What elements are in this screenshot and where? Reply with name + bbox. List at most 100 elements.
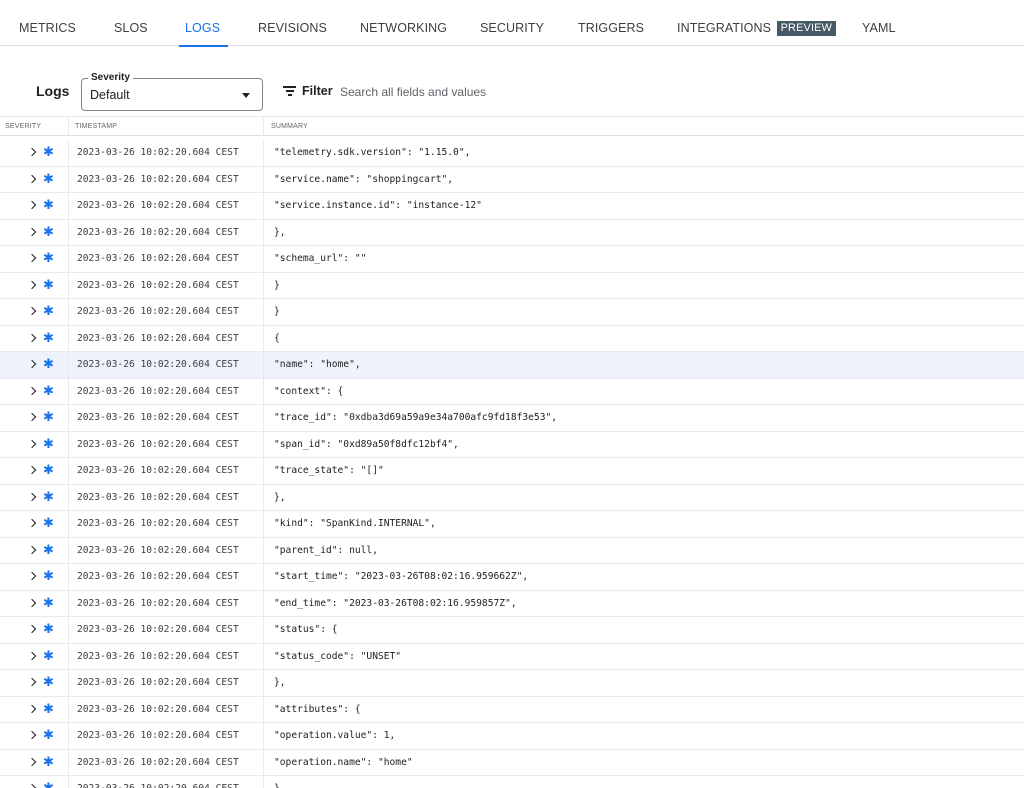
timestamp-cell: 2023-03-26 10:02:20.604 CEST bbox=[69, 219, 264, 245]
expand-chevron-icon[interactable] bbox=[27, 359, 37, 369]
timestamp-cell: 2023-03-26 10:02:20.604 CEST bbox=[69, 484, 264, 510]
severity-cell: ✱ bbox=[0, 696, 69, 722]
log-entry-row[interactable]: ✱ 2023-03-26 10:02:20.604 CEST { bbox=[0, 325, 1024, 352]
severity-select[interactable]: Severity Default bbox=[81, 72, 263, 111]
expand-chevron-icon[interactable] bbox=[27, 333, 37, 342]
severity-cell: ✱ bbox=[0, 299, 69, 325]
expand-chevron-icon[interactable] bbox=[27, 306, 37, 316]
log-entry-row[interactable]: ✱ 2023-03-26 10:02:20.604 CEST "span_id": … bbox=[0, 431, 1024, 458]
expand-chevron-icon[interactable] bbox=[27, 465, 37, 475]
default-severity-icon: ✱ bbox=[43, 382, 54, 398]
summary-cell: } bbox=[274, 306, 280, 317]
expand-chevron-icon[interactable] bbox=[27, 571, 37, 581]
summary-cell: "end_time": "2023-03-26T08:02:16.959857Z… bbox=[274, 597, 517, 609]
expand-chevron-icon[interactable] bbox=[27, 651, 37, 660]
log-entry-row[interactable]: ✱ 2023-03-26 10:02:20.604 CEST "parent_id"… bbox=[0, 537, 1024, 564]
summary-cell: "trace_state": "[]" bbox=[274, 465, 384, 476]
log-entries-list: ✱ 2023-03-26 10:02:20.604 CEST "telemetry.… bbox=[0, 140, 1024, 788]
log-entry-row[interactable]: ✱ 2023-03-26 10:02:20.604 CEST "status": { bbox=[0, 617, 1024, 644]
log-entry-row[interactable]: ✱ 2023-03-26 10:02:20.604 CEST "service.na… bbox=[0, 166, 1024, 193]
expand-chevron-icon[interactable] bbox=[27, 704, 37, 713]
summary-cell: "attributes": { bbox=[274, 703, 361, 715]
log-entry-row[interactable]: ✱ 2023-03-26 10:02:20.604 CEST "start_time… bbox=[0, 564, 1024, 591]
log-entry-row[interactable]: ✱ 2023-03-26 10:02:20.604 CEST "operation.… bbox=[0, 723, 1024, 750]
logs-toolbar: Logs Severity Default Filter bbox=[0, 70, 1024, 116]
severity-cell: ✱ bbox=[0, 246, 69, 272]
default-severity-icon: ✱ bbox=[43, 621, 54, 636]
expand-chevron-icon[interactable] bbox=[27, 757, 37, 766]
summary-cell: "service.name": "shoppingcart", bbox=[274, 173, 454, 185]
column-header-timestamp[interactable]: TIMESTAMP bbox=[69, 117, 264, 136]
expand-chevron-icon[interactable] bbox=[27, 598, 37, 607]
summary-cell: }, bbox=[274, 677, 286, 688]
expand-chevron-icon[interactable] bbox=[27, 492, 37, 501]
severity-value: Default bbox=[90, 88, 130, 102]
log-entry-row[interactable]: ✱ 2023-03-26 10:02:20.604 CEST "service.in… bbox=[0, 193, 1024, 220]
expand-chevron-icon[interactable] bbox=[27, 253, 37, 263]
expand-chevron-icon[interactable] bbox=[27, 147, 37, 157]
expand-chevron-icon[interactable] bbox=[27, 412, 37, 422]
log-entry-row[interactable]: ✱ 2023-03-26 10:02:20.604 CEST "attributes… bbox=[0, 696, 1024, 723]
expand-chevron-icon[interactable] bbox=[27, 783, 37, 788]
filter-icon[interactable] bbox=[283, 86, 296, 96]
timestamp-cell: 2023-03-26 10:02:20.604 CEST bbox=[69, 325, 264, 351]
expand-chevron-icon[interactable] bbox=[27, 545, 37, 554]
log-entry-row[interactable]: ✱ 2023-03-26 10:02:20.604 CEST "kind": "Sp… bbox=[0, 511, 1024, 538]
severity-cell: ✱ bbox=[0, 511, 69, 537]
expand-chevron-icon[interactable] bbox=[27, 227, 37, 236]
log-entry-row[interactable]: ✱ 2023-03-26 10:02:20.604 CEST "end_time":… bbox=[0, 590, 1024, 617]
tab-integrations[interactable]: INTEGRATIONS PREVIEW bbox=[677, 12, 837, 46]
expand-chevron-icon[interactable] bbox=[27, 200, 37, 210]
summary-cell: "operation.name": "home" bbox=[274, 756, 413, 768]
default-severity-icon: ✱ bbox=[43, 144, 54, 159]
log-entry-row[interactable]: ✱ 2023-03-26 10:02:20.604 CEST "status_cod… bbox=[0, 643, 1024, 670]
expand-chevron-icon[interactable] bbox=[27, 439, 37, 448]
expand-chevron-icon[interactable] bbox=[27, 730, 37, 740]
log-entry-row[interactable]: ✱ 2023-03-26 10:02:20.604 CEST "context": … bbox=[0, 378, 1024, 405]
log-entry-row[interactable]: ✱ 2023-03-26 10:02:20.604 CEST "operation.… bbox=[0, 749, 1024, 776]
severity-cell: ✱ bbox=[0, 140, 69, 166]
log-entry-row[interactable]: ✱ 2023-03-26 10:02:20.604 CEST}, bbox=[0, 776, 1024, 788]
expand-chevron-icon[interactable] bbox=[27, 624, 37, 634]
severity-cell: ✱ bbox=[0, 723, 69, 749]
log-entry-row[interactable]: ✱ 2023-03-26 10:02:20.604 CEST "trace_id":… bbox=[0, 405, 1024, 432]
expand-chevron-icon[interactable] bbox=[27, 386, 37, 395]
log-entry-row[interactable]: ✱ 2023-03-26 10:02:20.604 CEST "telemetry.… bbox=[0, 140, 1024, 167]
log-entry-row[interactable]: ✱ 2023-03-26 10:02:20.604 CEST "name": "ho… bbox=[0, 352, 1024, 379]
log-entry-row[interactable]: ✱ 2023-03-26 10:02:20.604 CEST}, bbox=[0, 219, 1024, 246]
expand-chevron-icon[interactable] bbox=[27, 518, 37, 528]
timestamp-cell: 2023-03-26 10:02:20.604 CEST bbox=[69, 458, 264, 484]
column-header-summary[interactable]: SUMMARY bbox=[264, 117, 308, 136]
column-header-severity[interactable]: SEVERITY bbox=[0, 117, 69, 136]
log-entry-row[interactable]: ✱ 2023-03-26 10:02:20.604 CEST} bbox=[0, 272, 1024, 299]
tab-security[interactable]: SECURITY bbox=[480, 12, 544, 46]
summary-cell: "parent_id": null, bbox=[274, 544, 378, 556]
severity-cell: ✱ bbox=[0, 484, 69, 510]
log-entry-row[interactable]: ✱ 2023-03-26 10:02:20.604 CEST}, bbox=[0, 670, 1024, 697]
tab-slos[interactable]: SLOS bbox=[114, 12, 148, 46]
filter-search-input[interactable] bbox=[336, 78, 636, 106]
severity-cell: ✱ bbox=[0, 590, 69, 616]
summary-cell: "service.instance.id": "instance-12" bbox=[274, 200, 482, 211]
severity-cell: ✱ bbox=[0, 670, 69, 696]
severity-cell: ✱ bbox=[0, 537, 69, 563]
default-severity-icon: ✱ bbox=[43, 223, 54, 239]
tab-metrics[interactable]: METRICS bbox=[19, 12, 76, 46]
expand-chevron-icon[interactable] bbox=[27, 174, 37, 183]
default-severity-icon: ✱ bbox=[43, 303, 54, 318]
summary-cell: "kind": "SpanKind.INTERNAL", bbox=[274, 518, 436, 529]
expand-chevron-icon[interactable] bbox=[27, 677, 37, 687]
log-entry-row[interactable]: ✱ 2023-03-26 10:02:20.604 CEST "trace_stat… bbox=[0, 458, 1024, 485]
tab-yaml[interactable]: YAML bbox=[862, 12, 896, 46]
log-entry-row[interactable]: ✱ 2023-03-26 10:02:20.604 CEST "schema_url… bbox=[0, 246, 1024, 273]
log-entry-row[interactable]: ✱ 2023-03-26 10:02:20.604 CEST}, bbox=[0, 484, 1024, 511]
tab-networking[interactable]: NETWORKING bbox=[360, 12, 447, 46]
log-entry-row[interactable]: ✱ 2023-03-26 10:02:20.604 CEST} bbox=[0, 299, 1024, 326]
severity-cell: ✱ bbox=[0, 405, 69, 431]
tab-logs[interactable]: LOGS bbox=[178, 12, 229, 47]
tab-revisions[interactable]: REVISIONS bbox=[258, 12, 327, 46]
default-severity-icon: ✱ bbox=[43, 356, 54, 371]
expand-chevron-icon[interactable] bbox=[27, 280, 37, 289]
tab-triggers[interactable]: TRIGGERS bbox=[578, 12, 644, 46]
summary-cell: { bbox=[274, 332, 280, 344]
